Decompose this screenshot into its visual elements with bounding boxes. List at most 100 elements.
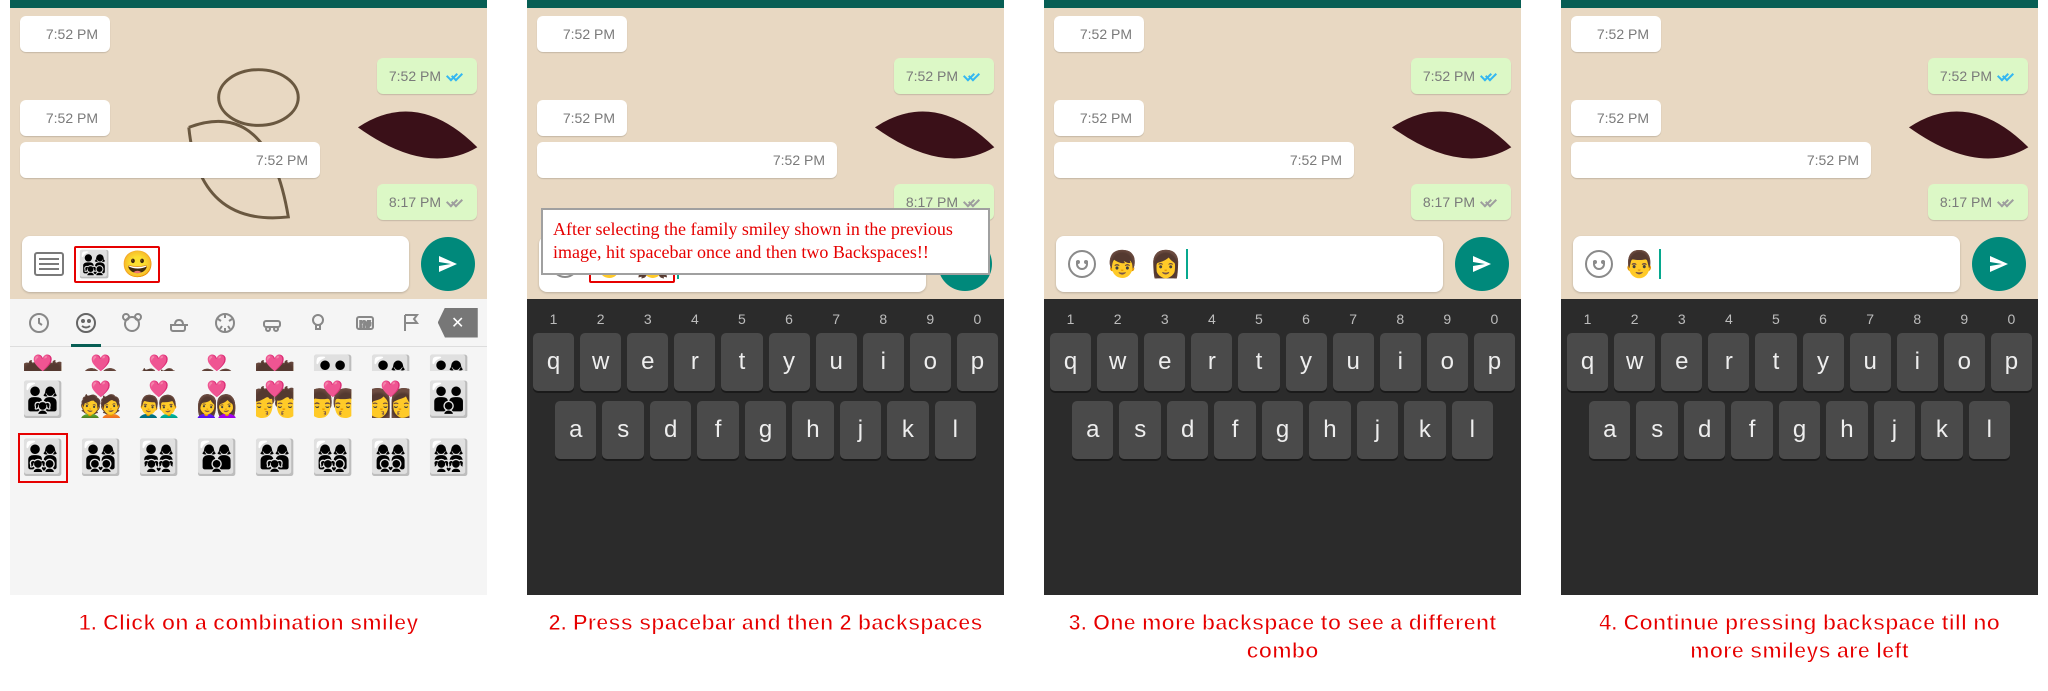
emoji-option[interactable]: 💏	[250, 375, 300, 425]
msg-bubble-out[interactable]: 8:17 PM	[377, 184, 477, 220]
cat-smiley-icon[interactable]	[63, 299, 110, 346]
cat-food-icon[interactable]	[156, 299, 203, 346]
key-l[interactable]: l	[935, 401, 976, 459]
key-a[interactable]: a	[1589, 401, 1630, 459]
msg-bubble-in[interactable]: 7:52 PM	[1571, 142, 1871, 178]
emoji-option[interactable]: 👩‍❤️‍👩	[76, 349, 126, 371]
key-s[interactable]: s	[1636, 401, 1677, 459]
emoji-option[interactable]: 👩‍❤️‍👩	[192, 375, 242, 425]
key-p[interactable]: p	[1474, 333, 1515, 391]
emoji-backspace-button[interactable]: ✕	[435, 299, 482, 346]
msg-bubble-in[interactable]: 7:52 PM	[537, 16, 627, 52]
cat-flags-icon[interactable]	[388, 299, 435, 346]
key-h[interactable]: h	[1309, 401, 1350, 459]
emoji-option[interactable]: 👩‍👩‍👧	[250, 433, 300, 483]
key-o[interactable]: o	[1944, 333, 1985, 391]
key-r[interactable]: r	[674, 333, 715, 391]
key-w[interactable]: w	[1097, 333, 1138, 391]
message-input[interactable]: 👨	[1573, 236, 1960, 292]
key-y[interactable]: y	[769, 333, 810, 391]
key-i[interactable]: i	[1380, 333, 1421, 391]
msg-bubble-in[interactable]: 7:52 PM	[537, 100, 627, 136]
emoji-option[interactable]: 👨‍❤️‍👨	[192, 349, 242, 371]
key-f[interactable]: f	[1731, 401, 1772, 459]
key-j[interactable]: j	[1874, 401, 1915, 459]
emoji-option[interactable]: 👩‍👩‍👦‍👦	[366, 433, 416, 483]
key-a[interactable]: a	[555, 401, 596, 459]
key-u[interactable]: u	[1850, 333, 1891, 391]
cat-symbols-icon[interactable]: !?#	[342, 299, 389, 346]
message-input[interactable]: 👨‍👩‍👧‍👦 😀	[22, 236, 409, 292]
key-g[interactable]: g	[1779, 401, 1820, 459]
msg-bubble-in[interactable]: 7:52 PM	[1571, 100, 1661, 136]
key-t[interactable]: t	[721, 333, 762, 391]
cat-travel-icon[interactable]	[249, 299, 296, 346]
cat-recent-icon[interactable]	[16, 299, 63, 346]
key-s[interactable]: s	[1119, 401, 1160, 459]
msg-bubble-out[interactable]: 7:52 PM	[1928, 58, 2028, 94]
msg-bubble-in[interactable]: 7:52 PM	[20, 100, 110, 136]
emoji-toggle-icon[interactable]	[1068, 250, 1096, 278]
key-p[interactable]: p	[957, 333, 998, 391]
emoji-option[interactable]: 💏	[250, 349, 300, 371]
key-e[interactable]: e	[627, 333, 668, 391]
key-w[interactable]: w	[1614, 333, 1655, 391]
key-d[interactable]: d	[650, 401, 691, 459]
send-button[interactable]	[421, 237, 475, 291]
emoji-option[interactable]: 💑	[134, 349, 184, 371]
emoji-option[interactable]: 👨‍👩‍👦‍👦	[76, 433, 126, 483]
emoji-option-selected[interactable]: 👨‍👩‍👧‍👦	[18, 433, 68, 483]
message-input[interactable]: 👦 👩	[1056, 236, 1443, 292]
key-a[interactable]: a	[1072, 401, 1113, 459]
key-r[interactable]: r	[1191, 333, 1232, 391]
key-k[interactable]: k	[887, 401, 928, 459]
msg-bubble-out[interactable]: 8:17 PM	[1928, 184, 2028, 220]
key-e[interactable]: e	[1661, 333, 1702, 391]
send-button[interactable]	[1972, 237, 2026, 291]
msg-bubble-out[interactable]: 7:52 PM	[377, 58, 477, 94]
cat-objects-icon[interactable]	[295, 299, 342, 346]
key-g[interactable]: g	[745, 401, 786, 459]
key-u[interactable]: u	[816, 333, 857, 391]
key-f[interactable]: f	[697, 401, 738, 459]
msg-bubble-out[interactable]: 7:52 PM	[894, 58, 994, 94]
msg-bubble-in[interactable]: 7:52 PM	[20, 16, 110, 52]
key-p[interactable]: p	[1991, 333, 2032, 391]
send-button[interactable]	[1455, 237, 1509, 291]
key-i[interactable]: i	[1897, 333, 1938, 391]
msg-bubble-in[interactable]: 7:52 PM	[1054, 16, 1144, 52]
msg-bubble-out[interactable]: 7:52 PM	[1411, 58, 1511, 94]
emoji-option[interactable]: 💑	[76, 375, 126, 425]
emoji-toggle-icon[interactable]	[1585, 250, 1613, 278]
key-l[interactable]: l	[1452, 401, 1493, 459]
key-o[interactable]: o	[1427, 333, 1468, 391]
key-e[interactable]: e	[1144, 333, 1185, 391]
key-t[interactable]: t	[1238, 333, 1279, 391]
msg-bubble-in[interactable]: 7:52 PM	[1054, 100, 1144, 136]
emoji-option[interactable]: 👩‍👩‍👦	[192, 433, 242, 483]
key-y[interactable]: y	[1803, 333, 1844, 391]
emoji-option[interactable]: 💏	[18, 349, 68, 371]
emoji-option[interactable]: 👪	[424, 375, 474, 425]
key-i[interactable]: i	[863, 333, 904, 391]
msg-bubble-in[interactable]: 7:52 PM	[1571, 16, 1661, 52]
cat-animal-icon[interactable]	[109, 299, 156, 346]
key-w[interactable]: w	[580, 333, 621, 391]
key-o[interactable]: o	[910, 333, 951, 391]
cat-activity-icon[interactable]	[202, 299, 249, 346]
emoji-option[interactable]: 👩‍👩‍👧‍👧	[424, 433, 474, 483]
key-j[interactable]: j	[1357, 401, 1398, 459]
key-h[interactable]: h	[792, 401, 833, 459]
emoji-option[interactable]: 👩‍❤️‍💋‍👩	[366, 375, 416, 425]
key-y[interactable]: y	[1286, 333, 1327, 391]
msg-bubble-in[interactable]: 7:52 PM	[1054, 142, 1354, 178]
key-h[interactable]: h	[1826, 401, 1867, 459]
key-j[interactable]: j	[840, 401, 881, 459]
msg-bubble-in[interactable]: 7:52 PM	[20, 142, 320, 178]
key-d[interactable]: d	[1684, 401, 1725, 459]
key-g[interactable]: g	[1262, 401, 1303, 459]
key-q[interactable]: q	[1567, 333, 1608, 391]
emoji-option[interactable]: 👪	[308, 349, 358, 371]
key-d[interactable]: d	[1167, 401, 1208, 459]
key-r[interactable]: r	[1708, 333, 1749, 391]
